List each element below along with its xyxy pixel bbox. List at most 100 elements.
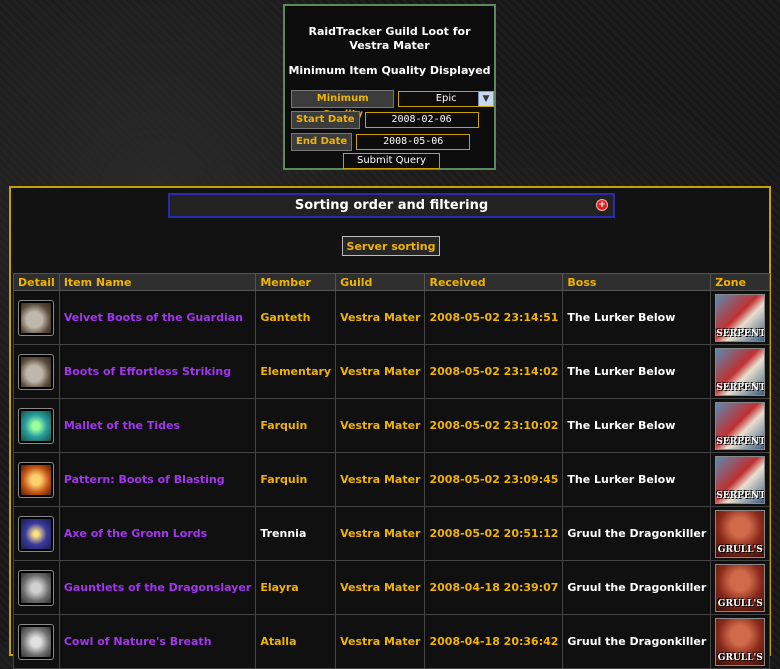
received-timestamp: 2008-05-02 23:10:02	[429, 419, 559, 432]
received-cell: 2008-05-02 23:09:45	[424, 452, 564, 507]
column-header-guild[interactable]: Guild	[335, 273, 426, 291]
column-header-boss[interactable]: Boss	[562, 273, 712, 291]
zone-cell: SERPENT	[710, 398, 771, 453]
boss-name: The Lurker Below	[567, 311, 676, 324]
gruuls-lair-zone-icon: GRULL'S	[715, 563, 766, 612]
detail-cell	[13, 560, 60, 615]
detail-cell	[13, 506, 60, 561]
sorting-header-label: Sorting order and filtering	[294, 198, 489, 213]
gruuls-lair-zone-icon: GRULL'S	[715, 509, 766, 558]
detail-cell	[13, 398, 60, 453]
column-header-member[interactable]: Member	[255, 273, 337, 291]
item-name-cell: Gauntlets of the Dragonslayer	[58, 560, 257, 615]
serpentshrine-zone-icon: SERPENT	[715, 401, 766, 450]
zone-label: SERPENT	[716, 382, 766, 393]
item-name-cell: Pattern: Boots of Blasting	[58, 452, 257, 507]
table-row: Gauntlets of the Dragonslayer Elayra Ves…	[13, 560, 771, 615]
item-link[interactable]: Axe of the Gronn Lords	[64, 527, 207, 540]
query-title-line1: RaidTracker Guild Loot for	[308, 25, 471, 38]
gauntlets-icon[interactable]	[18, 569, 54, 606]
member-cell: Trennia	[255, 506, 337, 561]
mace-icon[interactable]	[18, 407, 54, 444]
member-name: Farquin	[260, 473, 308, 486]
item-link[interactable]: Pattern: Boots of Blasting	[64, 473, 225, 486]
expand-plus-icon[interactable]: +	[596, 199, 608, 211]
item-name-cell: Velvet Boots of the Guardian	[58, 290, 257, 345]
member-cell: Elementary	[255, 344, 337, 399]
loot-panel: Sorting order and filtering + Server sor…	[9, 186, 771, 669]
boots-icon[interactable]	[18, 299, 54, 336]
member-name: Elayra	[260, 581, 299, 594]
table-row: Velvet Boots of the Guardian Ganteth Ves…	[13, 290, 771, 345]
boss-name: Gruul the Dragonkiller	[567, 581, 707, 594]
table-row: Boots of Effortless Striking Elementary …	[13, 344, 771, 399]
received-cell: 2008-05-02 23:14:51	[424, 290, 564, 345]
member-cell: Farquin	[255, 452, 337, 507]
guild-name: Vestra Mater	[340, 527, 421, 540]
column-header-detail[interactable]: Detail	[13, 273, 60, 291]
boss-cell: Gruul the Dragonkiller	[562, 506, 712, 561]
loot-table: Detail Item Name Member Guild Received B…	[13, 273, 771, 669]
item-name-cell: Axe of the Gronn Lords	[58, 506, 257, 561]
detail-cell	[13, 344, 60, 399]
guild-cell: Vestra Mater	[335, 560, 426, 615]
received-timestamp: 2008-04-18 20:39:07	[429, 581, 559, 594]
zone-cell: SERPENT	[710, 344, 771, 399]
axe-icon[interactable]	[18, 515, 54, 552]
guild-cell: Vestra Mater	[335, 290, 426, 345]
server-sorting-button[interactable]: Server sorting	[342, 236, 440, 256]
zone-label: GRULL'S	[717, 652, 763, 663]
boss-name: The Lurker Below	[567, 473, 676, 486]
column-header-zone[interactable]: Zone	[710, 273, 771, 291]
guild-name: Vestra Mater	[340, 419, 421, 432]
scroll-icon[interactable]	[18, 461, 54, 498]
chevron-down-icon[interactable]: ▼	[478, 92, 493, 106]
guild-name: Vestra Mater	[340, 365, 421, 378]
member-name: Elementary	[260, 365, 332, 378]
submit-query-button[interactable]: Submit Query	[343, 153, 440, 169]
received-cell: 2008-05-02 23:14:02	[424, 344, 564, 399]
member-cell: Elayra	[255, 560, 337, 615]
guild-cell: Vestra Mater	[335, 506, 426, 561]
query-title-line2: Vestra Mater	[349, 39, 430, 52]
received-cell: 2008-05-02 23:10:02	[424, 398, 564, 453]
zone-label: SERPENT	[716, 328, 766, 339]
zone-label: SERPENT	[716, 436, 766, 447]
item-link[interactable]: Boots of Effortless Striking	[64, 365, 231, 378]
guild-cell: Vestra Mater	[335, 452, 426, 507]
boss-name: Gruul the Dragonkiller	[567, 527, 707, 540]
boss-name: The Lurker Below	[567, 365, 676, 378]
item-link[interactable]: Gauntlets of the Dragonslayer	[64, 581, 252, 594]
boss-cell: The Lurker Below	[562, 344, 712, 399]
boss-cell: The Lurker Below	[562, 290, 712, 345]
min-quality-value: Epic	[435, 93, 457, 104]
zone-label: SERPENT	[716, 490, 766, 501]
detail-cell	[13, 290, 60, 345]
member-name: Trennia	[260, 527, 307, 540]
start-date-input[interactable]: 2008-02-06	[364, 112, 479, 128]
min-quality-select[interactable]: Epic ▼	[398, 91, 494, 107]
end-date-input[interactable]: 2008-05-06	[356, 134, 471, 150]
column-header-received[interactable]: Received	[424, 273, 564, 291]
sorting-header[interactable]: Sorting order and filtering +	[168, 193, 615, 218]
start-date-label: Start Date	[291, 111, 360, 129]
item-link[interactable]: Velvet Boots of the Guardian	[64, 311, 243, 324]
zone-cell: SERPENT	[710, 290, 771, 345]
serpentshrine-zone-icon: SERPENT	[715, 347, 766, 396]
guild-name: Vestra Mater	[340, 581, 421, 594]
end-date-label: End Date	[291, 133, 353, 151]
member-name: Ganteth	[260, 311, 311, 324]
table-row: Axe of the Gronn Lords Trennia Vestra Ma…	[13, 506, 771, 561]
received-cell: 2008-04-18 20:39:07	[424, 560, 564, 615]
boss-cell: The Lurker Below	[562, 452, 712, 507]
zone-label: GRULL'S	[717, 598, 763, 609]
query-form: RaidTracker Guild Loot for Vestra Mater …	[283, 4, 496, 170]
min-quality-row: Minimum Quality Epic ▼	[291, 90, 494, 120]
column-header-item-name[interactable]: Item Name	[58, 273, 257, 291]
zone-label: GRULL'S	[717, 544, 763, 555]
item-link[interactable]: Mallet of the Tides	[64, 419, 180, 432]
boots-icon[interactable]	[18, 353, 54, 390]
query-title: RaidTracker Guild Loot for Vestra Mater	[285, 25, 494, 53]
table-header-row: Detail Item Name Member Guild Received B…	[13, 273, 771, 291]
received-timestamp: 2008-05-02 23:09:45	[429, 473, 559, 486]
